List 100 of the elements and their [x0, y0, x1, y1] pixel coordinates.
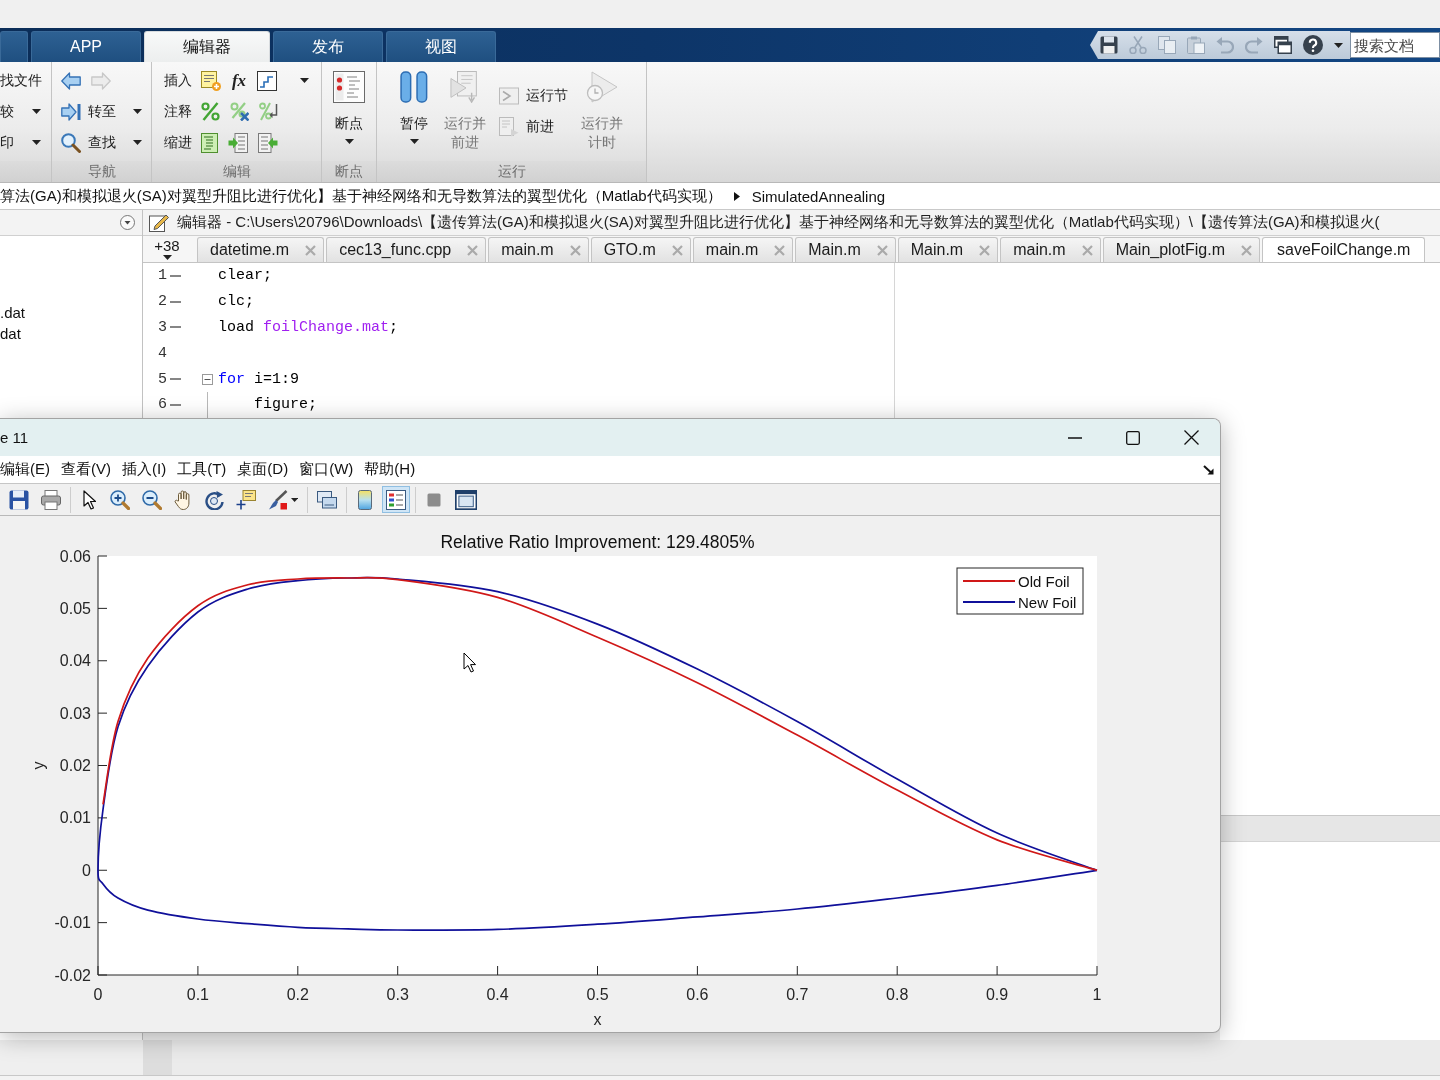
y-axis-label: y — [30, 761, 47, 770]
save-icon[interactable] — [1100, 36, 1118, 54]
editor-tab[interactable]: main.m — [488, 237, 589, 262]
step-function-icon[interactable] — [257, 70, 278, 91]
editor-tab[interactable]: GTO.m — [590, 237, 691, 262]
caret-down-icon[interactable] — [1334, 42, 1343, 48]
x-tick-label: 0.5 — [586, 986, 609, 1003]
insert-function-button[interactable]: fx — [230, 70, 248, 91]
indent-icon[interactable] — [227, 132, 248, 153]
y-tick-label: 0.01 — [59, 809, 91, 827]
code-line: figure; — [254, 396, 317, 414]
dock-arrow-icon[interactable] — [1203, 464, 1214, 475]
editor-title: 编辑器 - C:\Users\20796\Downloads\【遗传算法(GA)和模拟退火(SA)对翼型升阻比进行优化】基于神经网络和无导数算法的翼型优化（Matlab代码实现）\【遗传算法(GA)和模拟退火( — [177, 213, 1380, 232]
outdent-icon[interactable] — [257, 132, 278, 153]
zoom-in-icon — [110, 489, 130, 510]
close-icon — [1183, 430, 1199, 445]
colorbar-icon — [358, 489, 373, 510]
file-item[interactable]: dat — [0, 323, 21, 344]
percent-icon[interactable] — [200, 102, 220, 121]
menu-item[interactable]: 帮助(H) — [364, 460, 416, 479]
toolstrip-button[interactable]: 暂停 — [397, 62, 431, 161]
line-number: 5 — [157, 370, 167, 388]
toolstrip-button[interactable]: 断点 — [330, 62, 368, 161]
y-tick-label: 0.06 — [59, 547, 91, 565]
toolstrip-button[interactable]: 印 — [0, 127, 41, 158]
legend-label: Old Foil — [1018, 573, 1070, 590]
help-icon[interactable] — [1303, 35, 1323, 55]
line-number: 3 — [157, 319, 167, 336]
toolstrip-button[interactable]: 查找 — [61, 127, 142, 158]
chart-title: Relative Ratio Improvement: 129.4805% — [440, 532, 755, 552]
code-line: for i=1:9 — [218, 370, 300, 388]
document-plus-icon[interactable] — [200, 70, 221, 91]
x-tick-label: 0.1 — [186, 986, 209, 1003]
y-tick-label: 0 — [82, 861, 91, 879]
editor-tab[interactable]: datetime.m — [197, 237, 325, 262]
path-segment[interactable]: 算法(GA)和模拟退火(SA)对翼型升阻比进行优化】基于神经网络和无导数算法的翼型优化（Matlab代码实现） — [0, 186, 722, 206]
path-segment[interactable]: SimulatedAnnealing — [751, 187, 886, 205]
toolstrip-section-label: 编辑 — [152, 161, 321, 182]
percent-return-icon[interactable] — [258, 102, 278, 121]
editor-tab[interactable]: Main.m — [795, 237, 896, 262]
editor-tab[interactable]: main.m — [692, 237, 794, 262]
toolstrip-button[interactable]: 前进 — [499, 111, 554, 143]
ribbon-tab[interactable]: 编辑器 — [144, 31, 270, 62]
toolstrip-button[interactable]: 转至 — [61, 96, 142, 127]
mouse-pointer-icon — [463, 652, 477, 673]
x-tick-label: 0.2 — [286, 986, 309, 1003]
editor-tab[interactable]: saveFoilChange.m — [1262, 237, 1426, 262]
data-tip-icon — [236, 489, 256, 510]
search-field[interactable]: 搜索文档 — [1350, 32, 1440, 58]
ribbon-tab[interactable]: APP — [31, 31, 141, 62]
toolstrip-button[interactable]: 较 — [0, 96, 41, 127]
editor-tab[interactable]: main.m — [1000, 237, 1101, 262]
line-number: 6 — [157, 396, 167, 414]
toolstrip-button[interactable]: 运行节 — [499, 80, 568, 112]
pause-icon — [400, 71, 428, 103]
x-tick-label: 0.4 — [486, 986, 509, 1003]
left-arrow-icon[interactable] — [61, 71, 81, 90]
toolstrip-button[interactable]: 找文件 — [0, 65, 42, 96]
breakpoint-list-icon — [333, 71, 365, 103]
square-icon — [427, 492, 442, 507]
editor-tab[interactable]: Main.m — [897, 237, 999, 262]
pointer-arrow-icon — [81, 489, 97, 510]
windows-icon[interactable] — [1274, 36, 1292, 54]
printer-icon — [41, 489, 61, 510]
document-lines-icon[interactable] — [200, 132, 218, 153]
ribbon-tab[interactable]: 视图 — [386, 31, 496, 62]
menu-item[interactable]: 插入(I) — [122, 460, 167, 479]
pencil-document-icon — [149, 213, 169, 232]
brush-icon — [268, 489, 288, 510]
editor-tab[interactable]: cec13_func.cpp — [326, 237, 487, 262]
ribbon-tab[interactable]: 发布 — [273, 31, 383, 62]
minimize-icon — [1068, 436, 1082, 439]
y-tick-label: 0.05 — [59, 599, 91, 617]
toolbar-button[interactable] — [382, 486, 411, 513]
more-tabs-button[interactable]: +38 — [147, 236, 187, 262]
menu-item[interactable]: 查看(V) — [61, 460, 111, 479]
menu-item[interactable]: 桌面(D) — [237, 460, 289, 479]
fold-minus-icon[interactable] — [202, 373, 213, 385]
x-tick-label: 0 — [93, 986, 103, 1003]
editor-tab[interactable]: Main_plotFig.m — [1102, 237, 1260, 262]
menu-item[interactable]: 工具(T) — [177, 460, 227, 479]
address-bar[interactable]: 算法(GA)和模拟退火(SA)对翼型升阻比进行优化】基于神经网络和无导数算法的翼型优化（Matlab代码实现） SimulatedAnnealing — [0, 183, 1440, 210]
caret-down-icon — [291, 497, 299, 502]
file-item[interactable]: .dat — [0, 302, 26, 323]
y-tick-label: -0.02 — [54, 966, 91, 984]
x-tick-label: 0.7 — [786, 986, 809, 1003]
play-clock-icon — [586, 71, 618, 103]
maximize-icon — [1126, 430, 1140, 445]
window-title: e 11 — [0, 429, 29, 446]
x-tick-label: 1 — [1092, 986, 1102, 1003]
menu-item[interactable]: 窗口(W) — [299, 460, 354, 479]
legend-icon — [386, 489, 407, 510]
caret-down-icon[interactable] — [300, 78, 310, 83]
dropdown-circle-icon[interactable] — [120, 215, 135, 230]
percent-cross-icon[interactable] — [229, 102, 249, 121]
line-number: 1 — [157, 267, 167, 285]
toolstrip-section-label: 导航 — [52, 161, 151, 182]
caret-right-icon[interactable] — [733, 191, 740, 201]
menu-item[interactable]: 编辑(E) — [0, 460, 50, 479]
y-tick-label: 0.04 — [59, 652, 91, 670]
